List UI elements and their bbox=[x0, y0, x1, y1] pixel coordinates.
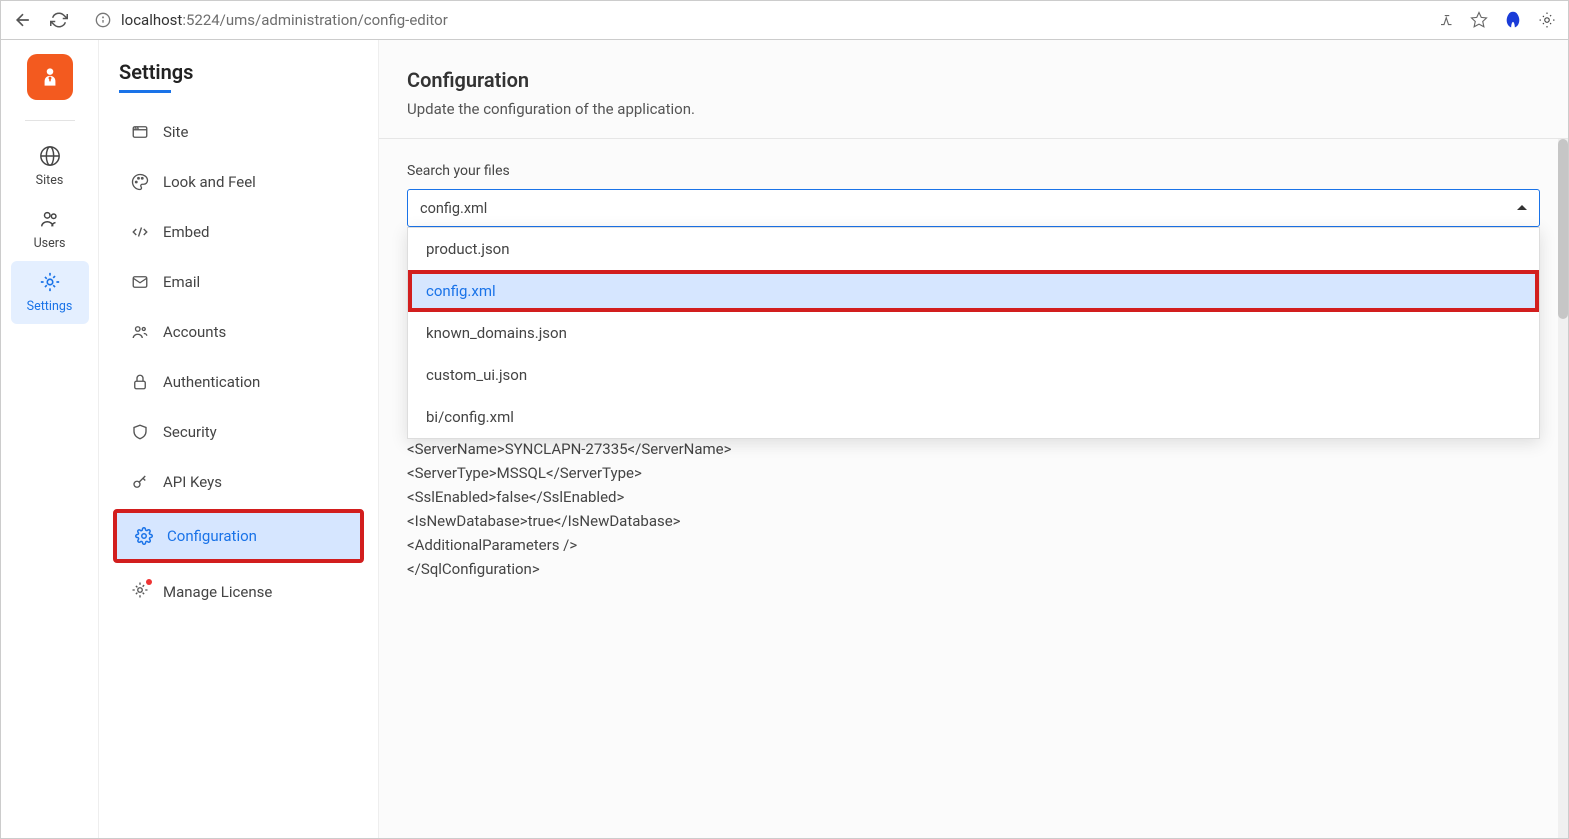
rail-item-label: Users bbox=[34, 236, 66, 251]
key-icon bbox=[131, 473, 149, 491]
back-button[interactable] bbox=[9, 6, 37, 34]
heading-underline bbox=[119, 90, 171, 93]
rail-item-settings[interactable]: Settings bbox=[11, 261, 89, 324]
editor-line: <IsNewDatabase>true</IsNewDatabase> bbox=[407, 509, 1540, 533]
url-text: localhost:5224/ums/administration/config… bbox=[121, 11, 448, 29]
sidebar-item-label: API Keys bbox=[163, 473, 222, 491]
sidebar-item-label: Site bbox=[163, 123, 188, 141]
rail-item-label: Settings bbox=[27, 299, 73, 314]
shield-icon bbox=[131, 423, 149, 441]
page-subtitle: Update the configuration of the applicat… bbox=[407, 100, 1540, 118]
sidebar-item-label: Manage License bbox=[163, 583, 272, 601]
users-icon bbox=[39, 208, 61, 230]
sidebar-item-label: Authentication bbox=[163, 373, 260, 391]
sidebar-item-label: Security bbox=[163, 423, 217, 441]
gear-badge-icon bbox=[131, 581, 149, 603]
sidebar-item-email[interactable]: Email bbox=[113, 259, 364, 305]
favorite-icon[interactable] bbox=[1470, 11, 1488, 29]
address-bar[interactable]: localhost:5224/ums/administration/config… bbox=[81, 5, 1430, 35]
settings-heading: Settings bbox=[109, 60, 368, 90]
dropdown-option[interactable]: known_domains.json bbox=[408, 312, 1539, 354]
sidebar-item-embed[interactable]: Embed bbox=[113, 209, 364, 255]
sidebar-item-look-and-feel[interactable]: Look and Feel bbox=[113, 159, 364, 205]
sidebar-item-api-keys[interactable]: API Keys bbox=[113, 459, 364, 505]
dropdown-option-selected[interactable]: config.xml bbox=[408, 270, 1539, 312]
accounts-icon bbox=[131, 323, 149, 341]
read-aloud-icon[interactable] bbox=[1438, 11, 1456, 29]
sidebar-item-configuration[interactable]: Configuration bbox=[113, 509, 364, 563]
editor-line: </SqlConfiguration> bbox=[407, 557, 1540, 581]
dropdown-option[interactable]: bi/config.xml bbox=[408, 396, 1539, 438]
gear-icon bbox=[39, 271, 61, 293]
rail-item-users[interactable]: Users bbox=[11, 198, 89, 261]
sidebar-item-security[interactable]: Security bbox=[113, 409, 364, 455]
extension-icon[interactable] bbox=[1502, 9, 1524, 31]
dropdown-option[interactable]: custom_ui.json bbox=[408, 354, 1539, 396]
editor-line: <ServerName>SYNCLAPN-27335</ServerName> bbox=[407, 437, 1540, 461]
main-content: Configuration Update the configuration o… bbox=[379, 40, 1568, 838]
sidebar-item-accounts[interactable]: Accounts bbox=[113, 309, 364, 355]
scrollbar-thumb[interactable] bbox=[1558, 139, 1568, 319]
site-icon bbox=[131, 123, 149, 141]
settings-menu-icon[interactable] bbox=[1538, 11, 1556, 29]
mail-icon bbox=[131, 273, 149, 291]
editor-line: <ServerType>MSSQL</ServerType> bbox=[407, 461, 1540, 485]
left-rail: Sites Users Settings bbox=[1, 40, 99, 838]
sidebar-item-label: Accounts bbox=[163, 323, 226, 341]
browser-toolbar: localhost:5224/ums/administration/config… bbox=[0, 0, 1569, 40]
sidebar-item-authentication[interactable]: Authentication bbox=[113, 359, 364, 405]
sidebar-item-label: Email bbox=[163, 273, 200, 291]
globe-icon bbox=[39, 145, 61, 167]
page-title: Configuration bbox=[407, 68, 1540, 92]
rail-item-label: Sites bbox=[36, 173, 64, 188]
sidebar-item-label: Configuration bbox=[167, 527, 257, 545]
sidebar-item-site[interactable]: Site bbox=[113, 109, 364, 155]
gear-solid-icon bbox=[135, 527, 153, 545]
file-select-combobox[interactable]: config.xml bbox=[407, 189, 1540, 227]
dropdown-option[interactable]: product.json bbox=[408, 228, 1539, 270]
settings-sidebar: Settings Site Look and Feel Embed Email … bbox=[99, 40, 379, 838]
editor-line: <AdditionalParameters /> bbox=[407, 533, 1540, 557]
info-icon bbox=[95, 12, 111, 28]
rail-item-sites[interactable]: Sites bbox=[11, 135, 89, 198]
app-logo[interactable] bbox=[27, 54, 73, 100]
sidebar-item-manage-license[interactable]: Manage License bbox=[113, 567, 364, 617]
selected-file-text: config.xml bbox=[420, 200, 487, 217]
caret-up-icon bbox=[1517, 203, 1527, 213]
palette-icon bbox=[131, 173, 149, 191]
lock-icon bbox=[131, 373, 149, 391]
file-dropdown: product.json config.xml known_domains.js… bbox=[407, 227, 1540, 439]
search-label: Search your files bbox=[407, 163, 1540, 179]
sidebar-item-label: Look and Feel bbox=[163, 173, 256, 191]
code-icon bbox=[131, 223, 149, 241]
editor-line: <SslEnabled>false</SslEnabled> bbox=[407, 485, 1540, 509]
sidebar-item-label: Embed bbox=[163, 223, 210, 241]
refresh-button[interactable] bbox=[45, 6, 73, 34]
